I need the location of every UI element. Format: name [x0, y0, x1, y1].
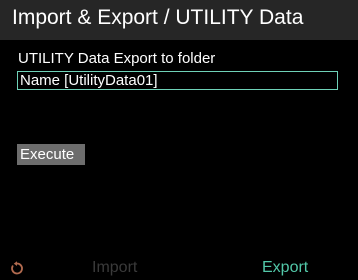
name-field-value: Name [UtilityData01]	[20, 72, 158, 89]
execute-button[interactable]: Execute	[17, 144, 85, 165]
export-subtitle: UTILITY Data Export to folder	[18, 50, 216, 67]
screen: Import & Export / UTILITY Data UTILITY D…	[0, 0, 358, 277]
title-bar: Import & Export / UTILITY Data	[0, 0, 358, 40]
softkey-bar: Import Export	[0, 259, 358, 277]
execute-button-label: Execute	[20, 146, 75, 163]
import-softkey[interactable]: Import	[92, 259, 137, 277]
rotate-back-icon[interactable]	[10, 261, 24, 275]
export-softkey[interactable]: Export	[262, 259, 308, 277]
page-title: Import & Export / UTILITY Data	[12, 6, 304, 29]
name-field[interactable]: Name [UtilityData01]	[17, 71, 338, 90]
